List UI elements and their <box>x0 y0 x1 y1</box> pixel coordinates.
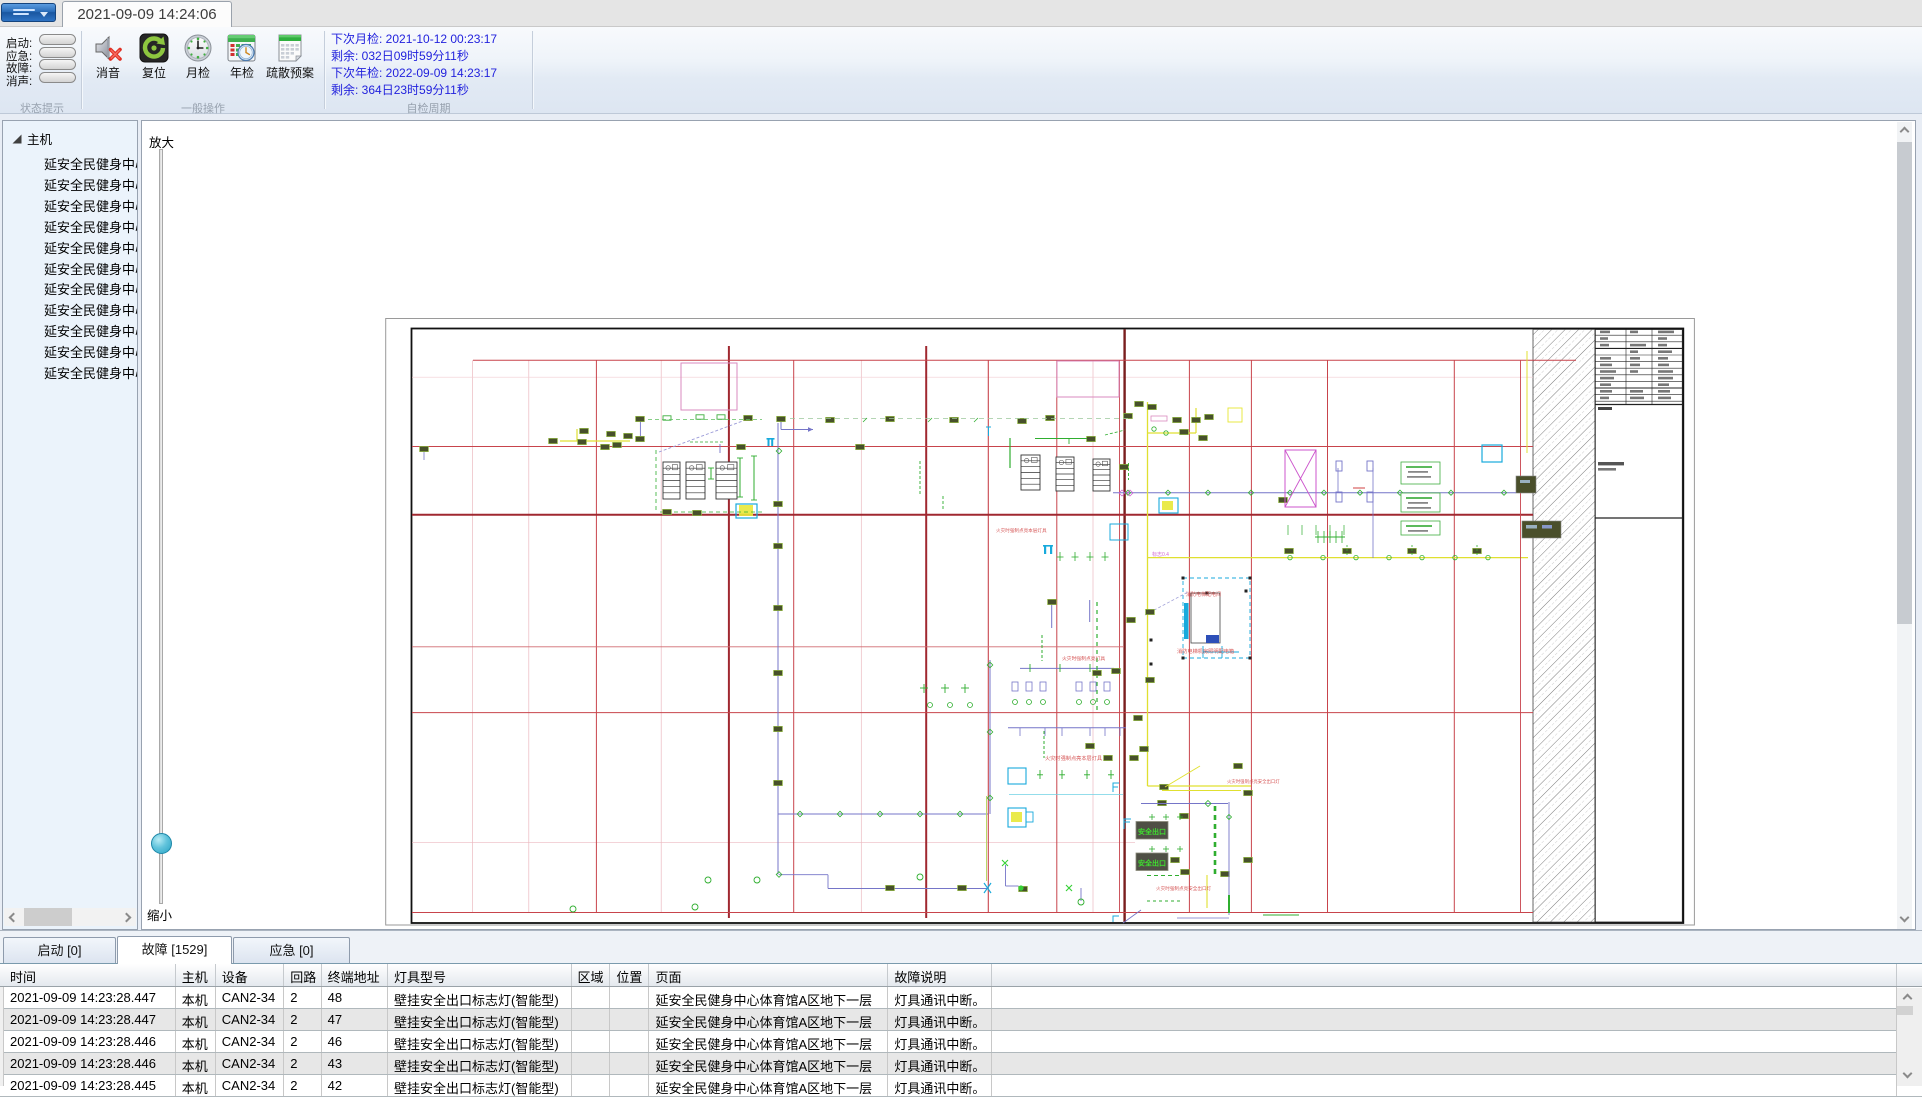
svg-text:消防电梯配电间: 消防电梯配电间 <box>1186 591 1221 598</box>
svg-text:消防电梯机房照明配电箱: 消防电梯机房照明配电箱 <box>1177 647 1234 655</box>
svg-text:安全出口: 安全出口 <box>1138 827 1166 836</box>
svg-text:火灾时强制点亮本层灯具: 火灾时强制点亮本层灯具 <box>1045 754 1102 762</box>
svg-text:火灾时强制点亮安全出口灯: 火灾时强制点亮安全出口灯 <box>1227 778 1280 785</box>
svg-text:火灾时强制点亮安全出口灯: 火灾时强制点亮安全出口灯 <box>1156 885 1212 892</box>
svg-text:火灾时强制点亮本层灯具: 火灾时强制点亮本层灯具 <box>996 527 1047 534</box>
svg-text:标志0.4: 标志0.4 <box>1152 551 1169 558</box>
svg-text:火灾时强制点亮灯具: 火灾时强制点亮灯具 <box>1062 655 1105 662</box>
svg-text:安全出口: 安全出口 <box>1138 859 1166 868</box>
